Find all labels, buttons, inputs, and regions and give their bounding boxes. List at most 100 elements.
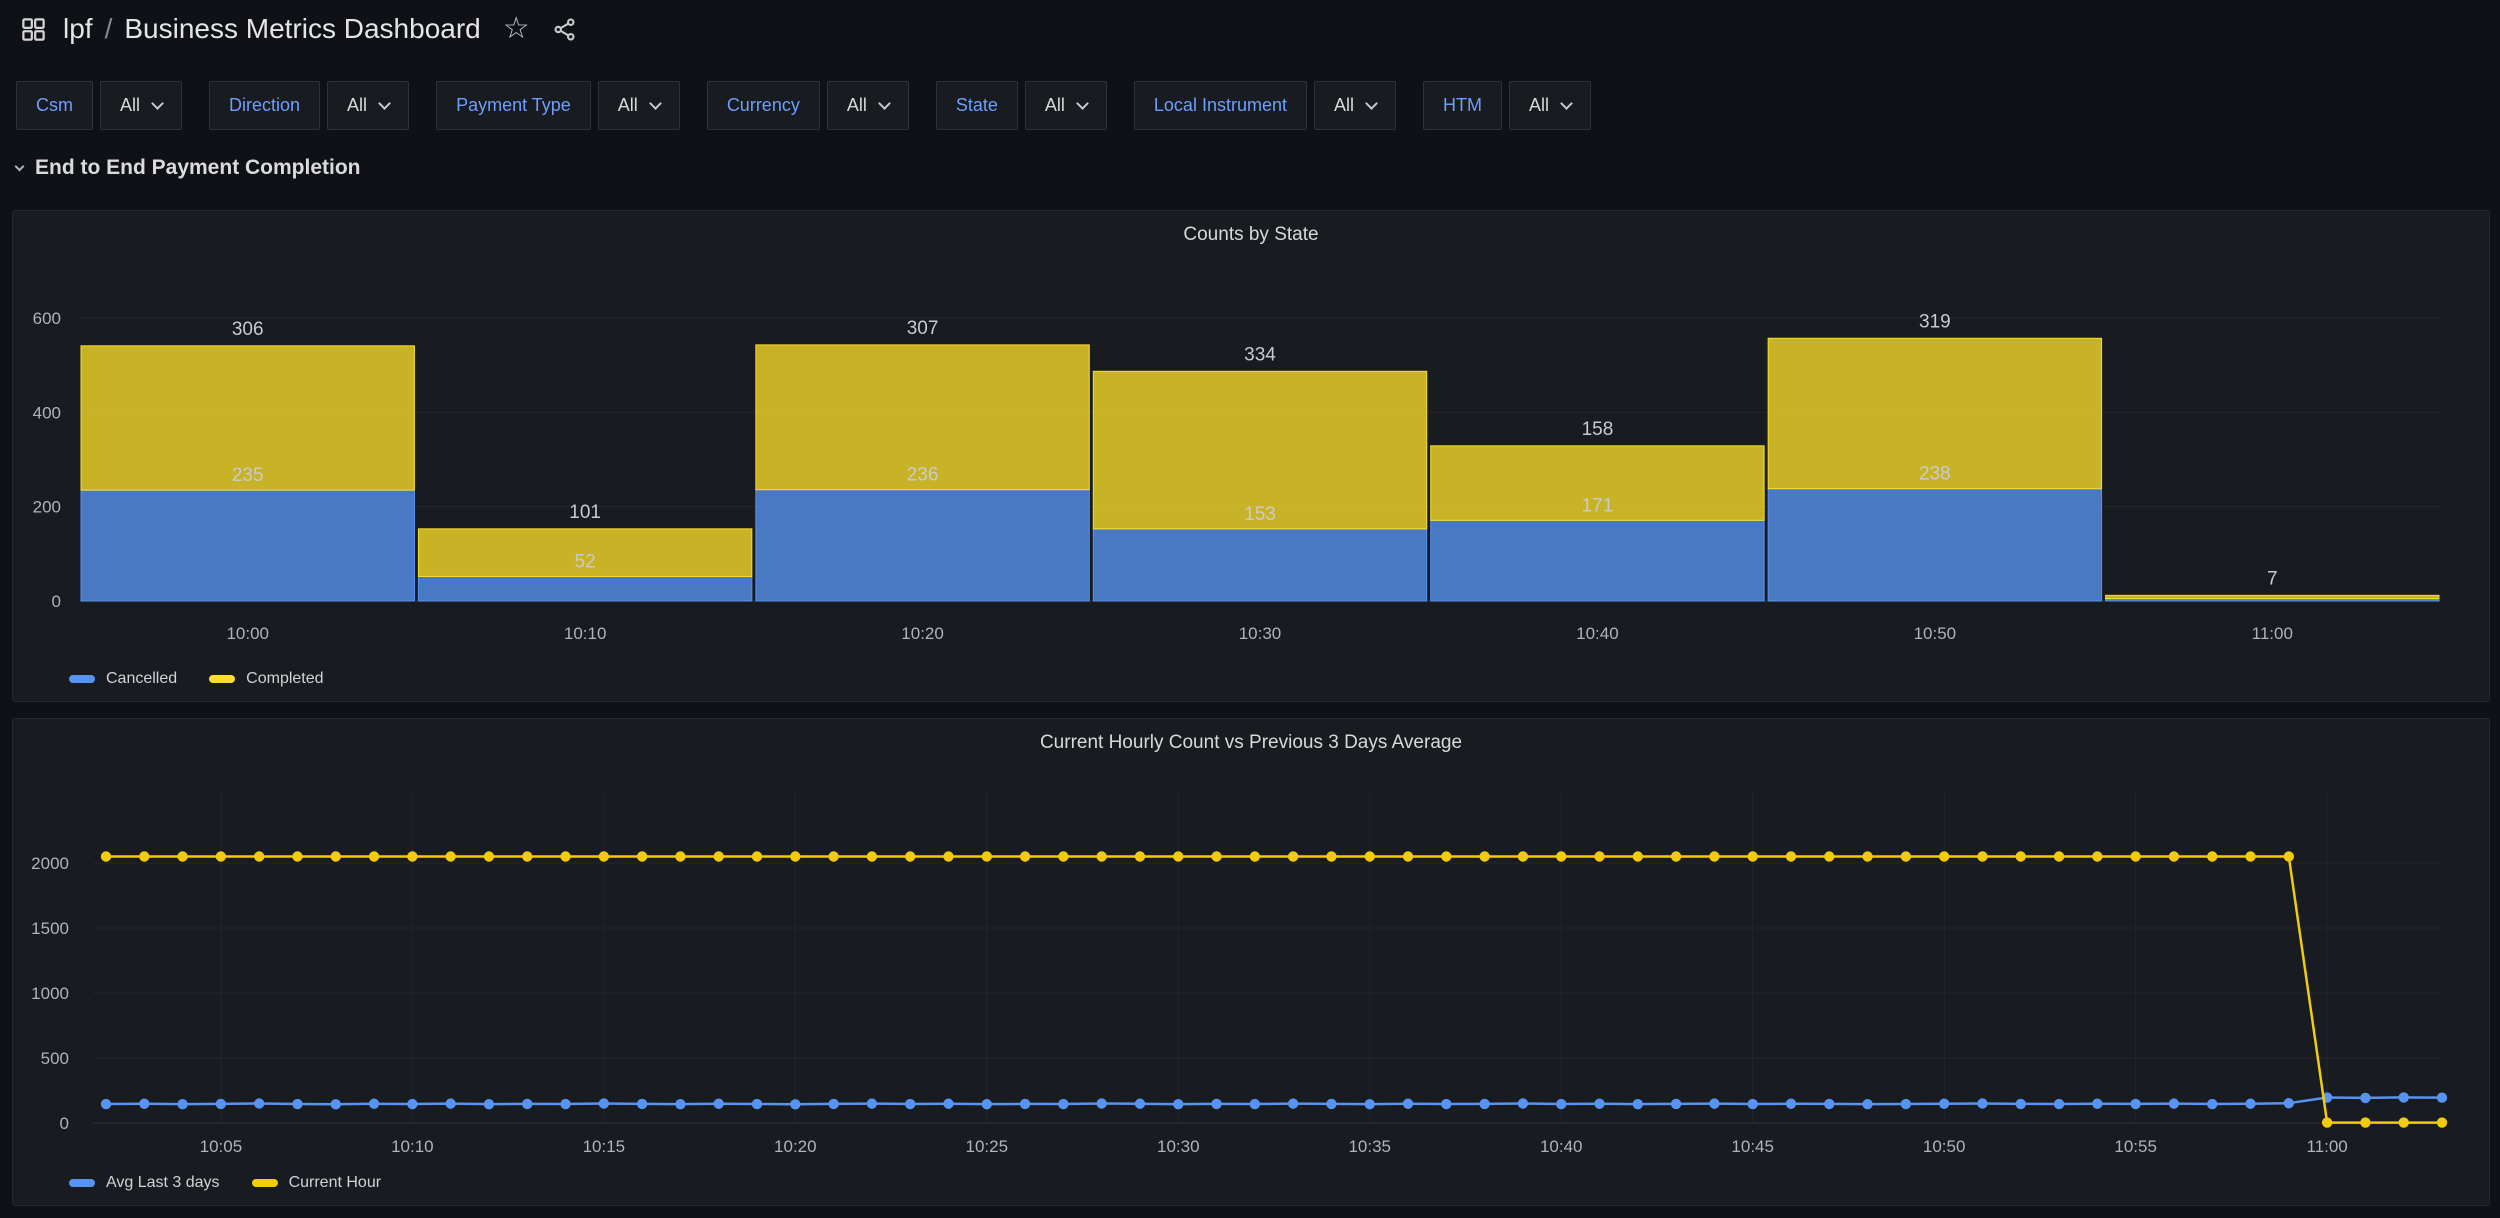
chevron-down-icon xyxy=(1076,97,1089,110)
svg-text:10:25: 10:25 xyxy=(966,1137,1009,1156)
filter-value: All xyxy=(1045,95,1065,116)
chevron-down-icon xyxy=(1365,97,1378,110)
svg-text:238: 238 xyxy=(1919,464,1951,485)
svg-text:158: 158 xyxy=(1582,419,1614,440)
svg-text:52: 52 xyxy=(575,551,596,572)
filter-dropdown-currency[interactable]: All xyxy=(827,81,909,130)
filter-value: All xyxy=(120,95,140,116)
filter-dropdown-direction[interactable]: All xyxy=(327,81,409,130)
chevron-down-icon xyxy=(15,161,25,171)
chevron-down-icon xyxy=(151,97,164,110)
svg-text:10:30: 10:30 xyxy=(1239,624,1282,643)
chart-legend: Avg Last 3 days Current Hour xyxy=(69,1174,381,1192)
svg-text:400: 400 xyxy=(33,403,61,422)
legend-swatch xyxy=(252,1179,278,1187)
chart-legend: Cancelled Completed xyxy=(69,670,324,688)
svg-text:0: 0 xyxy=(52,592,61,611)
legend-swatch xyxy=(69,675,95,683)
svg-text:306: 306 xyxy=(232,319,264,340)
svg-text:10:35: 10:35 xyxy=(1348,1137,1391,1156)
filter-dropdown-htm[interactable]: All xyxy=(1509,81,1591,130)
svg-text:319: 319 xyxy=(1919,311,1951,332)
breadcrumb: lpf / Business Metrics Dashboard xyxy=(63,13,481,45)
counts-by-state-chart: 020040060030623510:001015210:1030723610:… xyxy=(13,211,2489,701)
chevron-down-icon xyxy=(649,97,662,110)
filter-group-state: State All xyxy=(936,81,1107,130)
svg-text:10:40: 10:40 xyxy=(1540,1137,1583,1156)
share-icon[interactable] xyxy=(552,17,577,42)
legend-label: Completed xyxy=(246,670,323,688)
filter-group-currency: Currency All xyxy=(707,81,909,130)
filter-group-csm: Csm All xyxy=(16,81,182,130)
breadcrumb-folder[interactable]: lpf xyxy=(63,13,93,45)
chevron-down-icon xyxy=(1560,97,1573,110)
svg-text:307: 307 xyxy=(907,318,939,339)
legend-item-avg-last-3-days[interactable]: Avg Last 3 days xyxy=(69,1174,220,1192)
svg-text:10:15: 10:15 xyxy=(583,1137,626,1156)
filter-label-local-instrument: Local Instrument xyxy=(1134,81,1307,130)
filter-label-currency: Currency xyxy=(707,81,820,130)
section-title: End to End Payment Completion xyxy=(35,156,361,180)
filter-value: All xyxy=(1529,95,1549,116)
legend-item-cancelled[interactable]: Cancelled xyxy=(69,670,177,688)
svg-text:10:45: 10:45 xyxy=(1731,1137,1774,1156)
filter-group-htm: HTM All xyxy=(1423,81,1591,130)
app-header: lpf / Business Metrics Dashboard ☆ xyxy=(0,0,2500,58)
svg-text:0: 0 xyxy=(60,1114,69,1133)
svg-text:10:20: 10:20 xyxy=(774,1137,817,1156)
svg-text:10:20: 10:20 xyxy=(901,624,944,643)
filter-dropdown-csm[interactable]: All xyxy=(100,81,182,130)
svg-text:334: 334 xyxy=(1244,344,1276,365)
filter-value: All xyxy=(347,95,367,116)
filter-label-state: State xyxy=(936,81,1018,130)
svg-text:171: 171 xyxy=(1582,495,1614,516)
legend-label: Avg Last 3 days xyxy=(106,1174,220,1192)
svg-text:11:00: 11:00 xyxy=(2252,624,2293,643)
svg-text:1000: 1000 xyxy=(31,984,69,1003)
svg-text:10:40: 10:40 xyxy=(1576,624,1619,643)
svg-text:153: 153 xyxy=(1244,504,1276,525)
svg-text:500: 500 xyxy=(41,1049,69,1068)
chevron-down-icon xyxy=(878,97,891,110)
legend-swatch xyxy=(209,675,235,683)
legend-label: Current Hour xyxy=(289,1174,381,1192)
svg-text:600: 600 xyxy=(33,309,61,328)
hourly-count-chart: 10:05 10:10 10:15 10:20 10:25 10:30 10:35 10:40… xyxy=(13,719,2489,1205)
filter-dropdown-state[interactable]: All xyxy=(1025,81,1107,130)
chevron-down-icon xyxy=(378,97,391,110)
panel-current-vs-previous: Current Hourly Count vs Previous 3 Days … xyxy=(12,718,2490,1206)
legend-swatch xyxy=(69,1179,95,1187)
breadcrumb-separator: / xyxy=(105,13,113,45)
filter-label-htm: HTM xyxy=(1423,81,1502,130)
filter-label-payment-type: Payment Type xyxy=(436,81,591,130)
filter-group-local-instrument: Local Instrument All xyxy=(1134,81,1396,130)
row-end-to-end-payment-completion[interactable]: End to End Payment Completion xyxy=(16,156,361,180)
filter-group-direction: Direction All xyxy=(209,81,409,130)
filter-bar: CsmAllDirectionAllPayment TypeAllCurrenc… xyxy=(16,81,1591,130)
svg-text:10:30: 10:30 xyxy=(1157,1137,1200,1156)
apps-grid-icon[interactable] xyxy=(20,16,47,43)
legend-label: Cancelled xyxy=(106,670,177,688)
svg-text:101: 101 xyxy=(569,502,601,523)
svg-text:10:10: 10:10 xyxy=(391,1137,434,1156)
svg-text:10:00: 10:00 xyxy=(226,624,269,643)
svg-text:10:55: 10:55 xyxy=(2114,1137,2157,1156)
panel-counts-by-state: Counts by State 020040060030623510:00101… xyxy=(12,210,2490,702)
filter-label-direction: Direction xyxy=(209,81,320,130)
legend-item-current-hour[interactable]: Current Hour xyxy=(252,1174,381,1192)
filter-value: All xyxy=(847,95,867,116)
star-icon[interactable]: ☆ xyxy=(503,14,530,44)
filter-label-csm: Csm xyxy=(16,81,93,130)
svg-text:235: 235 xyxy=(232,465,264,486)
filter-dropdown-payment-type[interactable]: All xyxy=(598,81,680,130)
svg-text:1500: 1500 xyxy=(31,919,69,938)
svg-text:200: 200 xyxy=(33,498,61,517)
svg-text:11:00: 11:00 xyxy=(2306,1137,2347,1156)
page-title: Business Metrics Dashboard xyxy=(124,13,480,45)
filter-group-payment-type: Payment TypeAll xyxy=(436,81,680,130)
filter-dropdown-local-instrument[interactable]: All xyxy=(1314,81,1396,130)
filter-value: All xyxy=(1334,95,1354,116)
svg-text:10:05: 10:05 xyxy=(200,1137,243,1156)
legend-item-completed[interactable]: Completed xyxy=(209,670,323,688)
svg-text:10:50: 10:50 xyxy=(1914,624,1957,643)
